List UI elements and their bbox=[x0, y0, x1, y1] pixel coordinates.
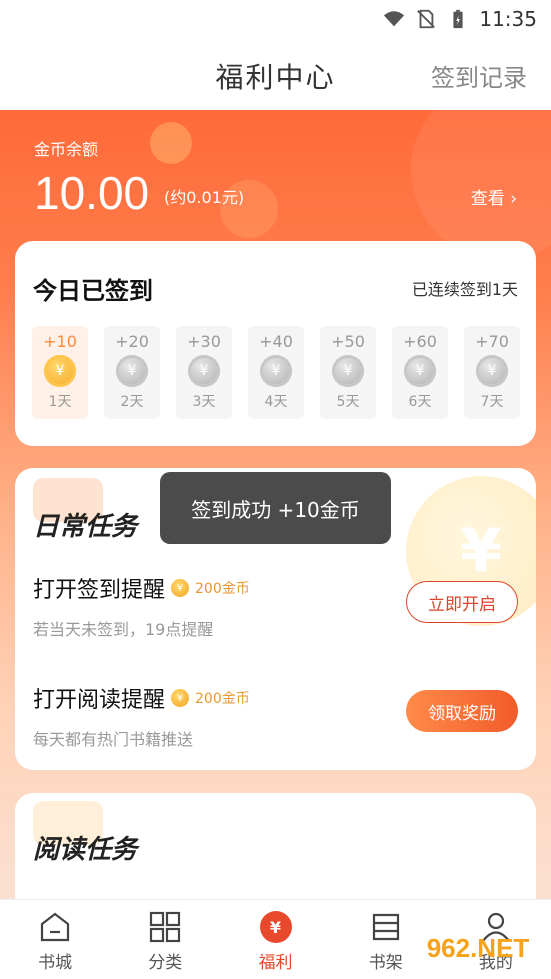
day-reward: +60 bbox=[403, 332, 437, 351]
checkin-day-5: +50 ¥5天 bbox=[320, 326, 376, 419]
checkin-day-4: +40 ¥4天 bbox=[248, 326, 304, 419]
nav-label: 书架 bbox=[368, 953, 403, 973]
day-reward: +30 bbox=[187, 332, 221, 351]
enable-now-button[interactable]: 立即开启 bbox=[406, 581, 518, 623]
coin-icon: ¥ bbox=[404, 355, 436, 387]
coin-icon: ¥ bbox=[171, 689, 190, 707]
wifi-icon bbox=[384, 11, 405, 27]
checkin-day-6: +60 ¥6天 bbox=[392, 326, 448, 419]
success-toast: 签到成功 +10金币 bbox=[160, 472, 391, 544]
nav-label: 分类 bbox=[148, 953, 183, 973]
header: 福利中心 签到记录 bbox=[0, 38, 551, 110]
day-reward: +50 bbox=[331, 332, 365, 351]
decorative-coin bbox=[150, 122, 192, 164]
coin-icon: ¥ bbox=[188, 355, 220, 387]
checkin-streak: 已连续签到1天 bbox=[411, 280, 518, 299]
day-label: 1天 bbox=[48, 394, 72, 410]
claim-reward-button[interactable]: 领取奖励 bbox=[406, 690, 518, 732]
nav-label: 福利 bbox=[258, 953, 293, 973]
day-label: 2天 bbox=[120, 394, 144, 410]
checkin-day-2: +20 ¥2天 bbox=[104, 326, 160, 419]
balance-value: 10.00 bbox=[34, 167, 150, 219]
day-label: 6天 bbox=[408, 394, 432, 410]
day-reward: +10 bbox=[43, 332, 77, 351]
category-icon bbox=[150, 911, 181, 943]
nav-category[interactable]: 分类 bbox=[110, 900, 220, 979]
checkin-day-3: +30 ¥3天 bbox=[176, 326, 232, 419]
balance-label: 金币余额 bbox=[34, 140, 99, 159]
task-reward: 200金币 bbox=[195, 581, 250, 597]
bookshelf-icon bbox=[372, 913, 399, 941]
day-reward: +70 bbox=[475, 332, 509, 351]
coin-icon: ¥ bbox=[332, 355, 364, 387]
battery-icon bbox=[453, 9, 463, 29]
balance-approx: (约0.01元) bbox=[164, 188, 245, 207]
welfare-icon: ¥ bbox=[259, 910, 293, 944]
day-reward: +20 bbox=[115, 332, 149, 351]
coin-icon: ¥ bbox=[260, 355, 292, 387]
checkin-record-link[interactable]: 签到记录 bbox=[431, 58, 527, 93]
day-label: 7天 bbox=[480, 394, 504, 410]
day-label: 4天 bbox=[264, 394, 288, 410]
bookstore-icon bbox=[40, 912, 70, 942]
view-balance-link[interactable]: 查看 › bbox=[471, 184, 517, 209]
day-reward: +40 bbox=[259, 332, 293, 351]
task-name: 打开阅读提醒 bbox=[33, 688, 166, 713]
task-name: 打开签到提醒 bbox=[33, 578, 166, 603]
status-bar: 11:35 bbox=[0, 0, 551, 38]
checkin-days: +10 ¥1天 +20 ¥2天 +30 ¥3天 +40 ¥4天 +50 ¥5天 +60 ¥6天 +70 ¥… bbox=[32, 326, 520, 419]
daily-tasks-title: 日常任务 bbox=[33, 512, 138, 542]
checkin-card: 今日已签到 已连续签到1天 +10 ¥1天 +20 ¥2天 +30 ¥3天 +40 ¥4天 +5… bbox=[15, 241, 536, 446]
nav-label: 书城 bbox=[38, 953, 73, 973]
no-sim-icon bbox=[417, 9, 436, 29]
nav-welfare[interactable]: ¥ 福利 bbox=[220, 900, 330, 979]
checkin-day-1: +10 ¥1天 bbox=[32, 326, 88, 419]
coin-icon: ¥ bbox=[44, 355, 76, 387]
day-label: 5天 bbox=[336, 394, 360, 410]
task-reward: 200金币 bbox=[195, 691, 250, 707]
day-label: 3天 bbox=[192, 394, 216, 410]
coin-icon: ¥ bbox=[171, 579, 190, 597]
nav-bookstore[interactable]: 书城 bbox=[0, 900, 110, 979]
reading-tasks-title: 阅读任务 bbox=[33, 835, 138, 865]
coin-icon: ¥ bbox=[476, 355, 508, 387]
checkin-day-7: +70 ¥7天 bbox=[464, 326, 520, 419]
coin-icon: ¥ bbox=[116, 355, 148, 387]
status-time: 11:35 bbox=[479, 7, 537, 31]
checkin-title: 今日已签到 bbox=[33, 277, 153, 305]
watermark: 962.NET bbox=[426, 932, 530, 963]
